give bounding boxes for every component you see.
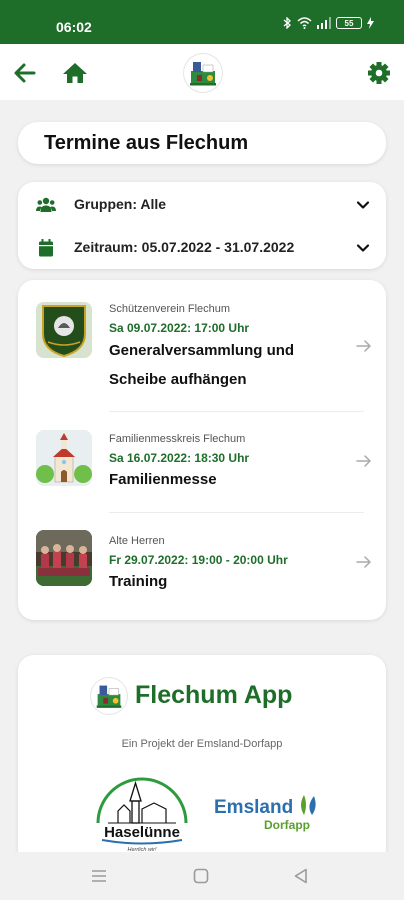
groups-filter-dropdown[interactable]: Gruppen: Alle xyxy=(18,184,386,224)
chevron-down-icon xyxy=(356,244,370,252)
home-square-icon[interactable] xyxy=(191,866,211,886)
page-title-card: Termine aus Flechum xyxy=(18,122,386,164)
project-subtitle: Ein Projekt der Emsland-Dorfapp xyxy=(121,738,283,750)
period-filter-dropdown[interactable]: Zeitraum: 05.07.2022 - 31.07.2022 xyxy=(18,227,386,267)
status-icons: 55 xyxy=(282,17,374,29)
system-navigation-bar xyxy=(0,852,404,900)
gear-icon[interactable] xyxy=(366,60,392,86)
team-photo-image xyxy=(36,530,92,586)
period-filter-label: Zeitraum: 05.07.2022 - 31.07.2022 xyxy=(74,239,295,255)
status-time: 06:02 xyxy=(56,19,92,35)
leaf-icon xyxy=(301,795,316,815)
users-icon xyxy=(36,197,56,212)
event-list-item[interactable]: Schützenverein Flechum Sa 09.07.2022: 17… xyxy=(18,280,386,410)
charging-icon xyxy=(367,17,374,29)
arrow-right-icon xyxy=(356,340,371,352)
event-club-name: Schützenverein Flechum xyxy=(109,303,231,315)
partner2-name: Emsland xyxy=(214,797,294,818)
event-date: Fr 29.07.2022: 19:00 - 20:00 Uhr xyxy=(109,553,288,567)
status-bar: 06:02 55 xyxy=(0,0,404,44)
club-logo-image xyxy=(36,302,92,358)
recent-apps-icon[interactable] xyxy=(89,866,109,886)
event-date: Sa 16.07.2022: 18:30 Uhr xyxy=(109,451,250,465)
chevron-down-icon xyxy=(356,201,370,209)
app-name: Flechum App xyxy=(135,681,293,709)
event-title: Familienmesse xyxy=(109,471,217,488)
page-title: Termine aus Flechum xyxy=(44,132,249,154)
partner2-sub: Dorfapp xyxy=(264,818,310,832)
filter-card: Gruppen: Alle Zeitraum: 05.07.2022 - 31.… xyxy=(18,182,386,269)
haseluenne-logo[interactable]: Haselünne Herrlich wir! xyxy=(94,773,190,855)
signal-icon xyxy=(317,17,331,29)
app-bar xyxy=(0,44,404,100)
event-club-name: Familienmesskreis Flechum xyxy=(109,433,246,445)
event-title-continued: Scheibe aufhängen xyxy=(109,371,247,388)
club-logo-image xyxy=(36,430,92,486)
emsland-dorfapp-logo[interactable]: Emsland Dorfapp xyxy=(214,793,324,837)
arrow-left-icon[interactable] xyxy=(12,60,38,86)
wifi-icon xyxy=(297,17,312,29)
event-title: Training xyxy=(109,573,168,590)
app-logo xyxy=(184,54,222,92)
partner1-name: Haselünne xyxy=(104,824,180,841)
events-list: Schützenverein Flechum Sa 09.07.2022: 17… xyxy=(18,280,386,620)
calendar-icon xyxy=(39,239,53,257)
event-club-name: Alte Herren xyxy=(109,535,165,547)
event-date: Sa 09.07.2022: 17:00 Uhr xyxy=(109,321,250,335)
back-triangle-icon[interactable] xyxy=(291,866,311,886)
battery-indicator: 55 xyxy=(336,17,362,29)
arrow-right-icon xyxy=(356,556,371,568)
arrow-right-icon xyxy=(356,455,371,467)
event-title: Generalversammlung und xyxy=(109,342,295,359)
app-info-card: Flechum App Ein Projekt der Emsland-Dorf… xyxy=(18,655,386,865)
bluetooth-icon xyxy=(283,17,291,29)
event-list-item[interactable]: Familienmesskreis Flechum Sa 16.07.2022:… xyxy=(18,412,386,512)
event-list-item[interactable]: Alte Herren Fr 29.07.2022: 19:00 - 20:00… xyxy=(18,513,386,613)
home-icon[interactable] xyxy=(62,60,88,86)
app-logo xyxy=(91,678,127,714)
groups-filter-label: Gruppen: Alle xyxy=(74,196,167,212)
